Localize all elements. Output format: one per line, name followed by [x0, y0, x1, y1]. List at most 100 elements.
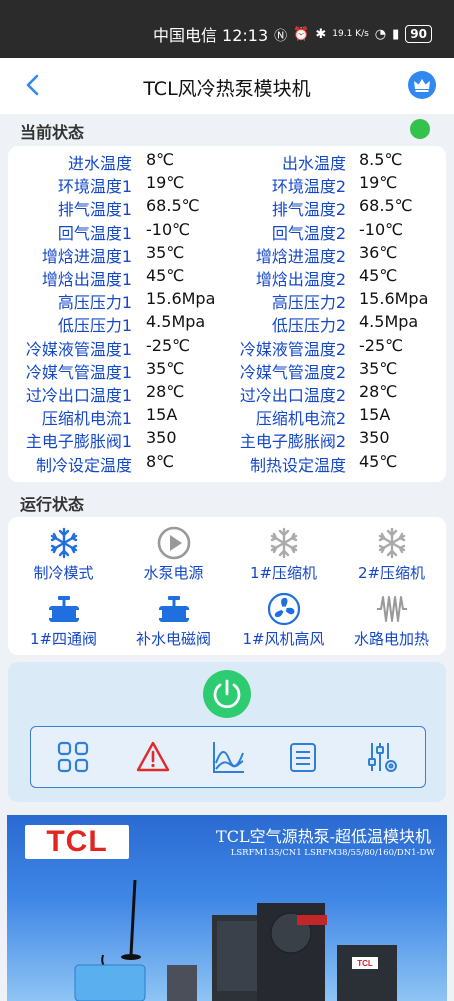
run-item-fan-high[interactable]: 1#风机高风	[227, 592, 340, 649]
chart-curve-icon[interactable]	[211, 739, 247, 775]
settings-sliders-icon[interactable]	[365, 739, 401, 775]
status-row: 进水温度 8℃ 出水温度 8.5℃	[0, 150, 454, 173]
status-row: 增焓进温度1 35℃ 增焓进温度2 36℃	[0, 243, 454, 266]
status-label: 制冷设定温度	[35, 455, 132, 475]
status-value: 15A	[359, 405, 391, 425]
run-item-cooling-mode[interactable]: 制冷模式	[7, 526, 120, 583]
run-item-label: 2#压缩机	[357, 564, 426, 582]
status-row: 冷媒液管温度1 -25℃ 冷媒液管温度2 -25℃	[0, 336, 454, 359]
run-item-four-way-valve[interactable]: 1#四通阀	[7, 592, 120, 649]
status-label: 高压压力2	[271, 293, 346, 313]
title-bar: TCL风冷热泵模块机	[0, 58, 454, 114]
status-value: 35℃	[146, 358, 185, 378]
run-status-title: 运行状态	[20, 495, 85, 514]
run-item-label: 水泵电源	[143, 564, 204, 582]
svg-text:TCL: TCL	[357, 959, 373, 968]
status-value: 35℃	[359, 358, 398, 378]
status-row: 过冷出口温度1 28℃ 过冷出口温度2 28℃	[0, 382, 454, 405]
status-label: 排气温度1	[57, 200, 132, 220]
carrier-time: 中国电信 12:13	[152, 26, 269, 45]
snowflake-icon	[378, 527, 405, 559]
power-icon	[213, 679, 241, 709]
status-row: 主电子膨胀阀1 350 主电子膨胀阀2 350	[0, 428, 454, 451]
status-label: 增焓出温度2	[255, 270, 346, 289]
status-label: 冷媒气管温度1	[25, 362, 132, 382]
status-row: 增焓出温度1 45℃ 增焓出温度2 45℃	[0, 266, 454, 289]
signal-icon: ▮	[392, 26, 400, 42]
status-label: 冷媒气管温度2	[239, 362, 346, 382]
list-icon[interactable]	[285, 739, 321, 775]
status-row: 高压压力1 15.6Mpa 高压压力2 15.6Mpa	[0, 289, 454, 312]
status-value: 19℃	[359, 173, 398, 193]
crown-icon[interactable]	[408, 71, 436, 99]
status-label: 出水温度	[281, 154, 346, 173]
page-title: TCL风冷热泵模块机	[143, 78, 311, 100]
status-row: 排气温度1 68.5℃ 排气温度2 68.5℃	[0, 196, 454, 219]
power-button[interactable]	[203, 670, 251, 718]
status-value: 8℃	[146, 150, 175, 169]
function-toolbar	[30, 726, 426, 788]
status-value: 8.5℃	[359, 150, 403, 169]
status-value: -10℃	[146, 219, 191, 239]
status-row: 冷媒气管温度1 35℃ 冷媒气管温度2 35℃	[0, 359, 454, 382]
run-item-electric-heater[interactable]: 水路电加热	[335, 592, 448, 649]
run-item-compressor-1[interactable]: 1#压缩机	[227, 526, 340, 583]
run-item-makeup-valve[interactable]: 补水电磁阀	[117, 592, 230, 649]
run-item-label: 1#风机高风	[242, 630, 325, 648]
status-row: 低压压力1 4.5Mpa 低压压力2 4.5Mpa	[0, 312, 454, 335]
run-item-label: 1#四通阀	[29, 630, 98, 648]
status-value: 350	[359, 428, 390, 448]
status-label: 回气温度1	[57, 223, 132, 243]
status-value: -25℃	[359, 335, 404, 355]
status-label: 压缩机电流2	[255, 409, 346, 429]
status-value: 19℃	[146, 173, 185, 193]
status-bar-right: 中国电信 12:13 Ⓝ ⏰ ✱ 19.1 K/s ◔ ▮ 90	[153, 22, 432, 46]
status-row: 压缩机电流1 15A 压缩机电流2 15A	[0, 405, 454, 428]
heater-icon	[376, 596, 407, 622]
run-item-label: 1#压缩机	[249, 564, 318, 582]
status-label: 增焓进温度2	[255, 246, 346, 266]
alarm-warning-icon[interactable]	[135, 739, 171, 775]
status-value: 45℃	[359, 266, 398, 285]
status-value: 45℃	[146, 266, 185, 285]
status-value: 36℃	[359, 242, 398, 262]
status-label: 压缩机电流1	[41, 409, 132, 429]
status-value: 45℃	[359, 451, 398, 471]
status-label: 环境温度1	[57, 177, 132, 197]
status-label: 高压压力1	[57, 293, 132, 313]
run-item-label: 补水电磁阀	[135, 630, 211, 648]
status-row: 制冷设定温度 8℃ 制热设定温度 45℃	[0, 452, 454, 475]
fan-icon	[267, 592, 300, 626]
status-value: -10℃	[359, 219, 404, 239]
status-value: -25℃	[146, 335, 191, 355]
grid-icon[interactable]	[55, 739, 91, 775]
status-label: 制热设定温度	[249, 455, 346, 475]
status-label: 低压压力1	[57, 316, 132, 336]
status-value: 68.5℃	[146, 196, 200, 216]
status-row: 回气温度1 -10℃ 回气温度2 -10℃	[0, 220, 454, 243]
status-value: 28℃	[359, 382, 398, 401]
snowflake-icon	[270, 527, 297, 559]
status-label: 主电子膨胀阀2	[239, 432, 346, 452]
run-item-compressor-2[interactable]: 2#压缩机	[335, 526, 448, 583]
status-label: 主电子膨胀阀1	[25, 432, 132, 452]
status-row: 环境温度1 19℃ 环境温度2 19℃	[0, 173, 454, 196]
status-label: 冷媒液管温度2	[239, 339, 346, 359]
battery-icon: 90	[405, 25, 432, 43]
status-label: 过冷出口温度2	[239, 386, 346, 405]
status-label: 增焓出温度1	[41, 270, 132, 289]
product-banner[interactable]: TCL TCL空气源热泵-超低温模块机 LSRFM135/CN1 LSRFM38…	[7, 815, 447, 1001]
status-value: 68.5℃	[359, 196, 413, 216]
status-label: 增焓进温度1	[41, 246, 132, 266]
net-speed: 19.1 K/s	[332, 28, 369, 39]
status-value: 350	[146, 428, 177, 448]
status-value: 8℃	[146, 451, 175, 471]
status-value: 4.5Mpa	[146, 312, 206, 332]
run-item-water-pump[interactable]: 水泵电源	[117, 526, 230, 583]
snowflake-icon	[50, 527, 77, 559]
status-label: 冷媒液管温度1	[25, 339, 132, 359]
valve-icon	[48, 596, 79, 622]
status-value: 4.5Mpa	[359, 312, 419, 332]
alarm-icon: ⏰	[293, 26, 310, 42]
status-value: 35℃	[146, 242, 185, 262]
